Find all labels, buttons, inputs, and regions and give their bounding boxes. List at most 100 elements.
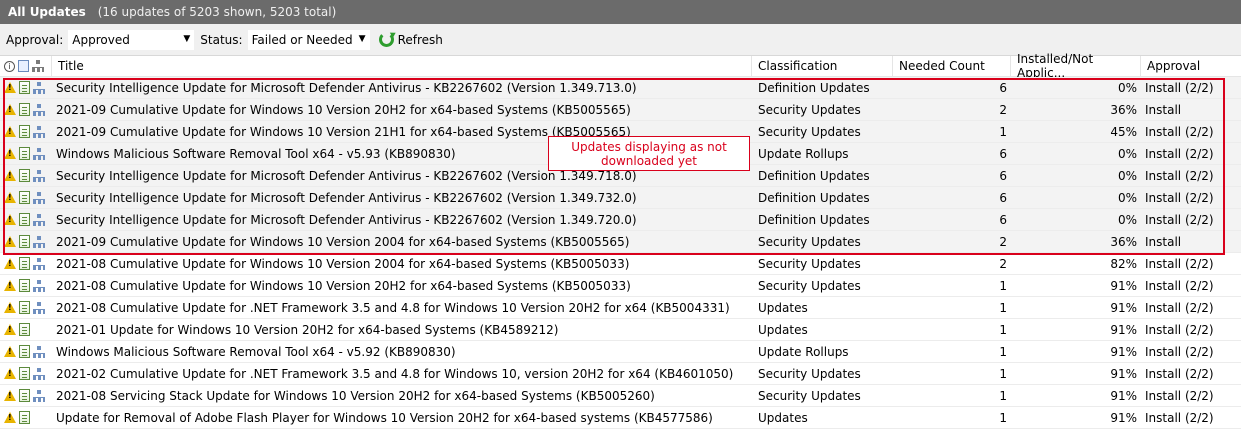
needed-count: 1	[999, 322, 1007, 337]
update-doc-icon	[19, 367, 30, 380]
update-classification: Security Updates	[758, 124, 861, 139]
warning-icon	[4, 412, 16, 423]
warning-icon	[4, 236, 16, 247]
hierarchy-icon	[33, 81, 45, 94]
update-title: 2021-09 Cumulative Update for Windows 10…	[56, 102, 631, 117]
refresh-button[interactable]: Refresh	[378, 32, 443, 47]
column-header-title[interactable]: Title	[52, 55, 752, 77]
approval-status: Install (2/2)	[1145, 256, 1214, 271]
needed-count: 2	[999, 102, 1007, 117]
warning-icon	[4, 126, 16, 137]
installed-percent: 91%	[1110, 344, 1137, 359]
update-doc-icon	[19, 125, 30, 138]
needed-count: 1	[999, 344, 1007, 359]
row-icons	[0, 297, 52, 319]
status-label: Status:	[200, 32, 243, 47]
approval-status: Install (2/2)	[1145, 410, 1214, 425]
update-classification: Security Updates	[758, 256, 861, 271]
approval-status: Install (2/2)	[1145, 146, 1214, 161]
update-classification: Updates	[758, 322, 808, 337]
warning-icon	[4, 214, 16, 225]
update-doc-icon	[19, 213, 30, 226]
installed-percent: 0%	[1117, 168, 1137, 183]
update-classification: Definition Updates	[758, 212, 870, 227]
column-header-classification[interactable]: Classification	[752, 55, 893, 77]
hierarchy-icon	[33, 389, 45, 402]
column-header-approval[interactable]: Approval	[1141, 56, 1239, 77]
update-doc-icon	[19, 103, 30, 116]
update-doc-icon	[19, 235, 30, 248]
needed-count: 6	[999, 168, 1007, 183]
approval-status: Install (2/2)	[1145, 300, 1214, 315]
column-header-needed-count[interactable]: Needed Count	[893, 55, 1011, 77]
update-row[interactable]: 2021-02 Cumulative Update for .NET Frame…	[0, 363, 1241, 385]
approval-status: Install (2/2)	[1145, 190, 1214, 205]
update-doc-icon	[19, 147, 30, 160]
status-dropdown[interactable]: Failed or Needed ▼	[246, 28, 371, 51]
warning-icon	[4, 104, 16, 115]
warning-icon	[4, 302, 16, 313]
warning-icon	[4, 258, 16, 269]
installed-percent: 36%	[1110, 234, 1137, 249]
update-row[interactable]: 2021-08 Cumulative Update for Windows 10…	[0, 253, 1241, 275]
installed-percent: 91%	[1110, 410, 1137, 425]
row-icons	[0, 77, 52, 99]
update-row[interactable]: Security Intelligence Update for Microso…	[0, 187, 1241, 209]
update-row[interactable]: 2021-08 Servicing Stack Update for Windo…	[0, 385, 1241, 407]
installed-percent: 0%	[1117, 190, 1137, 205]
update-row[interactable]: Windows Malicious Software Removal Tool …	[0, 341, 1241, 363]
approval-dropdown[interactable]: Approved ▼	[67, 28, 196, 51]
installed-percent: 0%	[1117, 146, 1137, 161]
update-title: Update for Removal of Adobe Flash Player…	[56, 410, 713, 425]
installed-percent: 45%	[1110, 124, 1137, 139]
update-row[interactable]: Security Intelligence Update for Microso…	[0, 209, 1241, 231]
update-row[interactable]: Update for Removal of Adobe Flash Player…	[0, 407, 1241, 429]
update-title: 2021-09 Cumulative Update for Windows 10…	[56, 234, 630, 249]
update-title: 2021-08 Cumulative Update for Windows 10…	[56, 278, 631, 293]
title-bar: All Updates (16 updates of 5203 shown, 5…	[0, 0, 1241, 24]
warning-icon	[4, 148, 16, 159]
update-title: 2021-01 Update for Windows 10 Version 20…	[56, 322, 559, 337]
update-doc-icon	[19, 169, 30, 182]
installed-percent: 0%	[1117, 212, 1137, 227]
update-row[interactable]: 2021-09 Cumulative Update for Windows 10…	[0, 99, 1241, 121]
hierarchy-icon	[33, 235, 45, 248]
update-row[interactable]: 2021-08 Cumulative Update for .NET Frame…	[0, 297, 1241, 319]
needed-count: 6	[999, 146, 1007, 161]
row-icons	[0, 121, 52, 143]
needed-count: 1	[999, 278, 1007, 293]
update-doc-icon	[18, 60, 29, 72]
view-title: All Updates	[8, 5, 86, 19]
dropdown-arrow-icon: ▼	[358, 33, 366, 44]
warning-icon	[4, 170, 16, 181]
update-classification: Update Rollups	[758, 344, 849, 359]
needed-count: 2	[999, 234, 1007, 249]
hierarchy-icon	[32, 60, 44, 72]
update-title: 2021-08 Cumulative Update for Windows 10…	[56, 256, 630, 271]
info-icon: i	[4, 60, 15, 72]
approval-status: Install (2/2)	[1145, 124, 1214, 139]
approval-status: Install (2/2)	[1145, 388, 1214, 403]
icon-columns-header[interactable]: i	[0, 55, 52, 77]
warning-icon	[4, 192, 16, 203]
needed-count: 1	[999, 366, 1007, 381]
update-doc-icon	[19, 411, 30, 424]
row-icons	[0, 385, 52, 407]
update-title: Security Intelligence Update for Microso…	[56, 212, 637, 227]
update-classification: Security Updates	[758, 278, 861, 293]
update-row[interactable]: 2021-01 Update for Windows 10 Version 20…	[0, 319, 1241, 341]
row-icons	[0, 99, 52, 121]
update-row[interactable]: 2021-09 Cumulative Update for Windows 10…	[0, 231, 1241, 253]
update-title: Security Intelligence Update for Microso…	[56, 80, 637, 95]
approval-dropdown-value: Approved	[72, 32, 130, 47]
update-doc-icon	[19, 257, 30, 270]
warning-icon	[4, 390, 16, 401]
update-row[interactable]: 2021-08 Cumulative Update for Windows 10…	[0, 275, 1241, 297]
column-header-installed[interactable]: Installed/Not Applic...	[1011, 52, 1141, 80]
needed-count: 1	[999, 388, 1007, 403]
update-doc-icon	[19, 389, 30, 402]
row-icons	[0, 187, 52, 209]
update-row[interactable]: Security Intelligence Update for Microso…	[0, 77, 1241, 99]
row-icons	[0, 275, 52, 297]
update-classification: Security Updates	[758, 388, 861, 403]
